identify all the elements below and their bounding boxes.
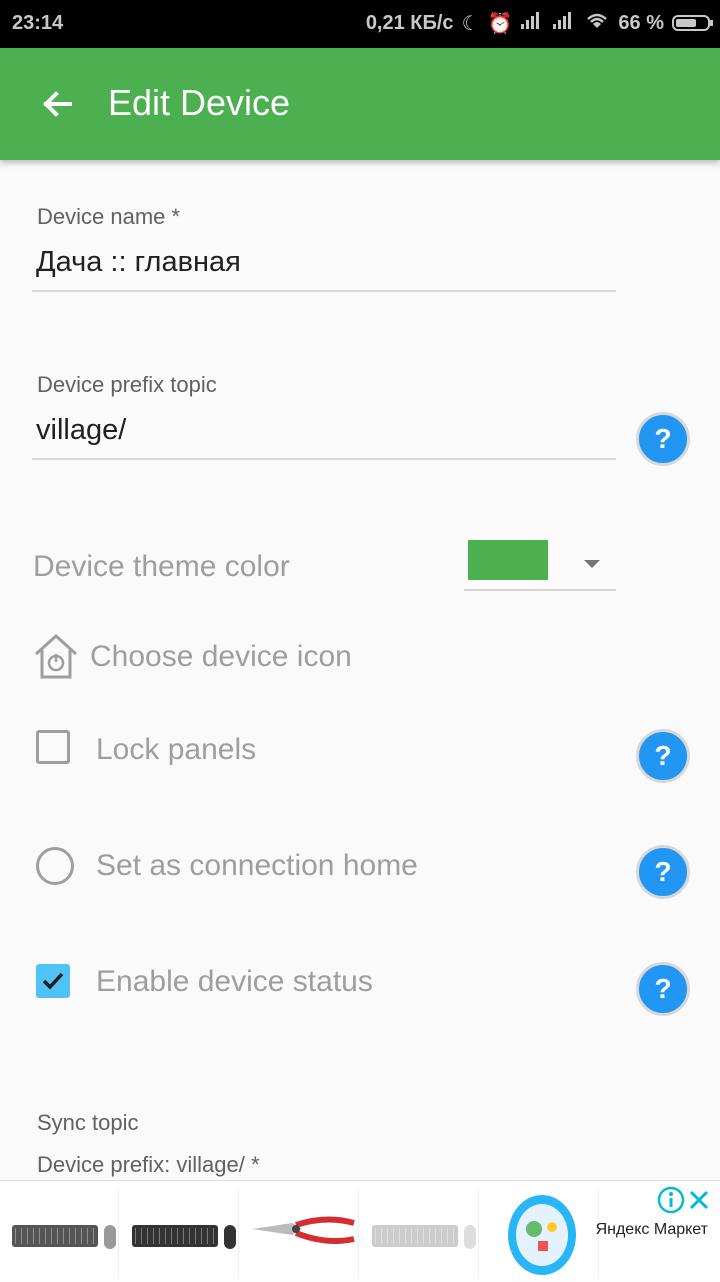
device-status-help-button[interactable]: ?: [636, 962, 690, 1016]
close-icon[interactable]: [684, 1185, 714, 1215]
device-name-input[interactable]: Дача :: главная: [36, 246, 241, 279]
status-bar: 23:14 0,21 КБ/с ☾ ⏰ 66 %: [0, 0, 720, 48]
lock-panels-checkbox[interactable]: [36, 730, 70, 764]
keyboard-image: [12, 1225, 98, 1247]
prefix-topic-underline: [32, 458, 616, 460]
keyboard-image: [132, 1225, 218, 1247]
device-status-checkbox[interactable]: [36, 964, 70, 998]
prefix-topic-label: Device prefix topic: [37, 372, 217, 397]
dropdown-arrow-icon[interactable]: [584, 560, 600, 568]
choose-icon-label[interactable]: Choose device icon: [90, 640, 352, 674]
lock-panels-label: Lock panels: [96, 733, 257, 766]
checkmark-icon: [42, 972, 64, 990]
ad-product-toy[interactable]: [486, 1189, 599, 1277]
device-name-label: Device name *: [37, 204, 181, 229]
mouse-image: [104, 1225, 116, 1249]
mouse-image: [224, 1225, 236, 1249]
battery-fill: [676, 19, 696, 27]
question-icon: ?: [654, 973, 672, 1004]
ad-product-keyboard[interactable]: [366, 1189, 479, 1277]
lock-panels-help-button[interactable]: ?: [636, 729, 690, 783]
alarm-icon: ⏰: [487, 12, 513, 35]
ad-banner[interactable]: Яндекс Маркет: [0, 1180, 720, 1281]
keyboard-image: [372, 1225, 458, 1247]
theme-color-label: Device theme color: [33, 550, 290, 583]
connection-home-label: Set as connection home: [96, 849, 418, 882]
signal-icon: [520, 10, 544, 36]
arrow-left-icon: [43, 91, 72, 117]
connection-home-radio[interactable]: [36, 847, 74, 885]
wifi-icon: [584, 10, 610, 36]
question-icon: ?: [654, 856, 672, 887]
app-bar: Edit Device: [0, 48, 720, 160]
mouse-image: [464, 1225, 476, 1249]
moon-icon: ☾: [461, 12, 480, 35]
sync-topic-label: Sync topic: [37, 1110, 139, 1135]
shears-image: [252, 1216, 355, 1244]
theme-color-underline: [464, 589, 616, 591]
ad-brand-label: Яндекс Маркет: [595, 1221, 708, 1238]
battery-percent: 66 %: [618, 11, 664, 34]
sync-prefix-label: Device prefix: village/ *: [37, 1152, 260, 1177]
back-button[interactable]: [36, 82, 80, 126]
theme-color-swatch[interactable]: [468, 540, 548, 580]
info-icon[interactable]: [656, 1185, 686, 1215]
clock: 23:14: [12, 12, 64, 34]
prefix-topic-input[interactable]: village/: [36, 414, 126, 447]
network-speed: 0,21 КБ/с: [365, 11, 454, 34]
app-title: Edit Device: [108, 82, 291, 123]
home-power-icon[interactable]: [32, 632, 80, 680]
question-icon: ?: [654, 423, 672, 454]
ad-product-keyboard[interactable]: [6, 1189, 119, 1277]
device-name-underline: [32, 290, 616, 292]
connection-home-help-button[interactable]: ?: [636, 845, 690, 899]
question-icon: ?: [654, 740, 672, 771]
signal-icon: [552, 10, 576, 36]
ad-product-shears[interactable]: [246, 1189, 359, 1277]
toy-image: [508, 1195, 576, 1275]
ad-product-keyboard[interactable]: [126, 1189, 239, 1277]
battery-icon: [672, 15, 713, 31]
prefix-topic-help-button[interactable]: ?: [636, 412, 690, 466]
device-status-label: Enable device status: [96, 965, 373, 998]
status-icons: 0,21 КБ/с ☾ ⏰ 66 %: [365, 10, 713, 36]
